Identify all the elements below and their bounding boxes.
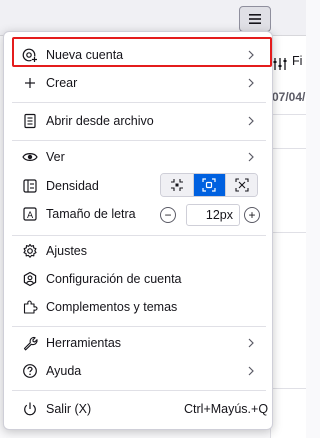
chevron-right-icon — [248, 366, 254, 376]
menu-separator — [12, 235, 266, 236]
font-increase-button[interactable]: + — [244, 207, 260, 223]
eye-icon — [22, 149, 38, 165]
menu-item-label: Herramientas — [46, 336, 122, 350]
density-normal-button[interactable] — [192, 174, 225, 196]
menu-item-addons[interactable]: Complementos y temas — [12, 294, 266, 320]
menu-item-label: Configuración de cuenta — [46, 272, 182, 286]
menu-item-open-file[interactable]: Abrir desde archivo — [12, 108, 266, 134]
list-divider — [270, 114, 306, 115]
menu-separator — [12, 140, 266, 141]
hamburger-icon — [249, 14, 261, 24]
menu-item-label: Ayuda — [46, 364, 82, 378]
font-decrease-button[interactable]: − — [160, 207, 176, 223]
menu-item-label: Crear — [46, 76, 78, 90]
menu-item-tools[interactable]: Herramientas — [12, 330, 266, 356]
menu-item-label: Ajustes — [46, 244, 87, 258]
help-icon — [22, 363, 38, 379]
density-compact-button[interactable] — [161, 174, 193, 196]
wrench-icon — [22, 335, 38, 351]
font-size-icon: A — [22, 206, 38, 222]
menu-item-label: Tamaño de letra — [46, 207, 136, 221]
list-divider — [270, 148, 306, 149]
density-icon — [22, 178, 38, 194]
message-date: 07/04/ — [272, 90, 306, 104]
gear-icon — [22, 243, 38, 259]
plus-icon — [22, 75, 38, 91]
file-icon — [22, 113, 38, 129]
compact-icon — [170, 179, 183, 191]
puzzle-icon — [22, 299, 38, 315]
touch-density-icon — [234, 178, 249, 192]
filter-icon[interactable] — [273, 58, 287, 70]
app-menu-button[interactable] — [239, 6, 271, 32]
menu-item-settings[interactable]: Ajustes — [12, 238, 266, 264]
filter-label[interactable]: Fi — [292, 54, 302, 68]
list-divider — [270, 388, 306, 389]
chevron-right-icon — [248, 116, 254, 126]
menu-item-label: Ver — [46, 150, 65, 164]
density-selector — [160, 173, 258, 197]
menu-item-label: Salir (X) — [46, 402, 92, 416]
font-size-field[interactable]: 12px — [186, 204, 240, 226]
menu-item-exit[interactable]: Salir (X) Ctrl+Mayús.+Q — [12, 396, 269, 422]
highlight-box — [12, 37, 272, 67]
list-divider — [270, 232, 306, 233]
menu-item-view[interactable]: Ver — [12, 144, 266, 170]
chevron-right-icon — [248, 152, 254, 162]
chevron-right-icon — [248, 338, 254, 348]
menu-item-account-settings[interactable]: Configuración de cuenta — [12, 266, 266, 292]
exit-shortcut: Ctrl+Mayús.+Q — [184, 402, 269, 416]
svg-text:A: A — [27, 211, 34, 221]
app-menu-panel: Nueva cuenta Crear Abrir desde archivo V… — [3, 31, 273, 430]
menu-separator — [12, 326, 266, 327]
chevron-right-icon — [248, 78, 254, 88]
menu-item-label: Abrir desde archivo — [46, 114, 154, 128]
account-settings-icon — [22, 271, 38, 287]
menu-separator — [12, 102, 266, 103]
normal-density-icon — [202, 178, 217, 192]
menu-item-label: Complementos y temas — [46, 300, 178, 314]
menu-item-label: Densidad — [46, 179, 99, 193]
menu-item-create[interactable]: Crear — [12, 70, 266, 96]
menu-separator — [12, 390, 266, 391]
menu-item-help[interactable]: Ayuda — [12, 358, 266, 384]
power-icon — [22, 401, 38, 417]
density-touch-button[interactable] — [225, 174, 257, 196]
